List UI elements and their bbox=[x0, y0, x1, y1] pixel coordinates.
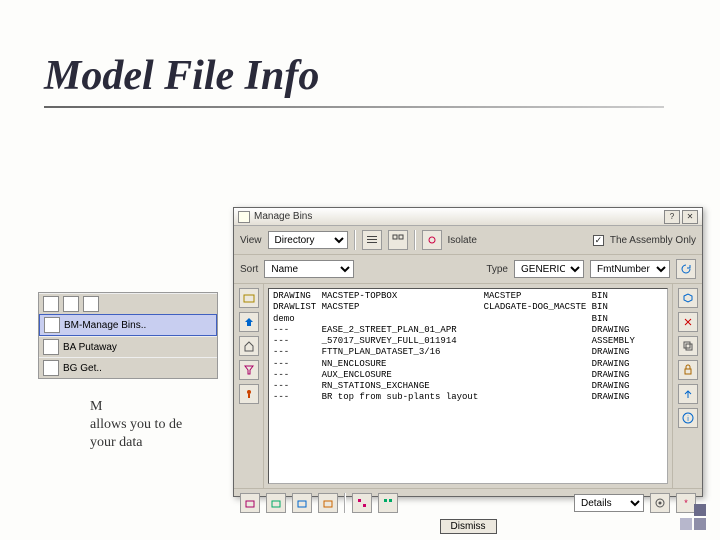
putaway-icon bbox=[43, 339, 59, 355]
file-row[interactable]: DRAWLIST MACSTEP CLADGATE-DOG_MACSTE BIN bbox=[273, 302, 663, 313]
tool-icon bbox=[63, 296, 79, 312]
manage-bins-dialog: Manage Bins ? ✕ View Directory Isolate ✓… bbox=[233, 207, 703, 497]
dialog-footer: Dismiss bbox=[234, 517, 702, 538]
file-row[interactable]: demo BIN bbox=[273, 314, 663, 325]
isolate-icon[interactable] bbox=[422, 230, 442, 250]
dismiss-button[interactable]: Dismiss bbox=[440, 519, 497, 534]
dialog-titlebar: Manage Bins ? ✕ bbox=[234, 208, 702, 226]
info-icon[interactable]: i bbox=[678, 408, 698, 428]
close-button[interactable]: ✕ bbox=[682, 210, 698, 224]
home-icon[interactable] bbox=[239, 336, 259, 356]
file-row[interactable]: --- _57017_SURVEY_FULL_011914 ASSEMBLY bbox=[273, 336, 663, 347]
tool-icon bbox=[43, 296, 59, 312]
toolbar-row-sort: Sort Name Type GENERIC FmtNumber bbox=[234, 255, 702, 284]
assembly-icon[interactable] bbox=[352, 493, 372, 513]
isolate-label: Isolate bbox=[448, 235, 477, 246]
left-tool-column bbox=[234, 284, 264, 488]
menu-item-label: BG Get.. bbox=[63, 363, 102, 374]
body-text-line: allows you to de bbox=[90, 416, 182, 435]
title-rule bbox=[44, 106, 664, 108]
separator bbox=[344, 493, 346, 513]
bin-copy-icon[interactable] bbox=[318, 493, 338, 513]
collect-icon[interactable] bbox=[378, 493, 398, 513]
sort-label: Sort bbox=[240, 264, 258, 275]
type-select[interactable]: GENERIC bbox=[514, 260, 584, 278]
file-row[interactable]: --- AUX_ENCLOSURE DRAWING bbox=[273, 370, 663, 381]
file-row[interactable]: --- FTTN_PLAN_DATASET_3/16 DRAWING bbox=[273, 347, 663, 358]
assembly-only-label: The Assembly Only bbox=[610, 235, 696, 246]
dialog-title: Manage Bins bbox=[254, 211, 312, 222]
menu-item-get[interactable]: BG Get.. bbox=[39, 357, 217, 378]
floating-menu: BM-Manage Bins.. BA Putaway BG Get.. bbox=[38, 292, 218, 379]
delete-icon[interactable] bbox=[678, 312, 698, 332]
view-select[interactable]: Directory bbox=[268, 231, 348, 249]
assembly-only-checkbox[interactable]: ✓ bbox=[593, 235, 604, 246]
pin-icon[interactable] bbox=[239, 384, 259, 404]
file-row[interactable]: --- EASE_2_STREET_PLAN_01_APR DRAWING bbox=[273, 325, 663, 336]
file-row[interactable]: --- BR top from sub-plants layout DRAWIN… bbox=[273, 392, 663, 403]
separator bbox=[354, 230, 356, 250]
up-icon[interactable] bbox=[239, 312, 259, 332]
file-listing[interactable]: DRAWING MACSTEP-TOPBOX MACSTEP BINDRAWLI… bbox=[268, 288, 668, 484]
file-row[interactable]: --- RN_STATIONS_EXCHANGE DRAWING bbox=[273, 381, 663, 392]
menu-item-putaway[interactable]: BA Putaway bbox=[39, 336, 217, 357]
menu-item-label: BA Putaway bbox=[63, 342, 117, 353]
settings-icon[interactable] bbox=[650, 493, 670, 513]
get-icon bbox=[43, 360, 59, 376]
body-text-line: your data bbox=[90, 434, 142, 453]
bin-add-icon[interactable] bbox=[240, 493, 260, 513]
file-row[interactable]: DRAWING MACSTEP-TOPBOX MACSTEP BIN bbox=[273, 291, 663, 302]
copy-icon[interactable] bbox=[678, 336, 698, 356]
page-title: Model File Info bbox=[44, 52, 319, 100]
bin-remove-icon[interactable] bbox=[266, 493, 286, 513]
refresh-icon[interactable] bbox=[676, 259, 696, 279]
format-select[interactable]: FmtNumber bbox=[590, 260, 670, 278]
bin-icon bbox=[44, 317, 60, 333]
open-icon[interactable] bbox=[239, 288, 259, 308]
dialog-content: DRAWING MACSTEP-TOPBOX MACSTEP BINDRAWLI… bbox=[234, 284, 702, 488]
menu-item-manage-bins[interactable]: BM-Manage Bins.. bbox=[39, 314, 217, 336]
view-label: View bbox=[240, 235, 262, 246]
type-label: Type bbox=[486, 264, 508, 275]
tool-icon bbox=[83, 296, 99, 312]
view3d-icon[interactable] bbox=[678, 288, 698, 308]
app-icon bbox=[238, 211, 250, 223]
svg-text:i: i bbox=[687, 416, 689, 423]
menu-item bbox=[39, 293, 217, 314]
bottom-toolbar: Details * bbox=[234, 488, 702, 517]
toolbar-row-view: View Directory Isolate ✓ The Assembly On… bbox=[234, 226, 702, 255]
export-icon[interactable] bbox=[678, 384, 698, 404]
body-text-line: M bbox=[90, 398, 102, 417]
list-view-icon[interactable] bbox=[362, 230, 382, 250]
bin-move-icon[interactable] bbox=[292, 493, 312, 513]
menu-item-label: BM-Manage Bins.. bbox=[64, 320, 146, 331]
details-select[interactable]: Details bbox=[574, 494, 644, 512]
right-tool-column: i bbox=[672, 284, 702, 488]
corner-decoration bbox=[676, 500, 710, 534]
sort-select[interactable]: Name bbox=[264, 260, 354, 278]
lock-icon[interactable] bbox=[678, 360, 698, 380]
filter-icon[interactable] bbox=[239, 360, 259, 380]
detail-view-icon[interactable] bbox=[388, 230, 408, 250]
file-row[interactable]: --- NN_ENCLOSURE DRAWING bbox=[273, 359, 663, 370]
help-button[interactable]: ? bbox=[664, 210, 680, 224]
separator bbox=[414, 230, 416, 250]
